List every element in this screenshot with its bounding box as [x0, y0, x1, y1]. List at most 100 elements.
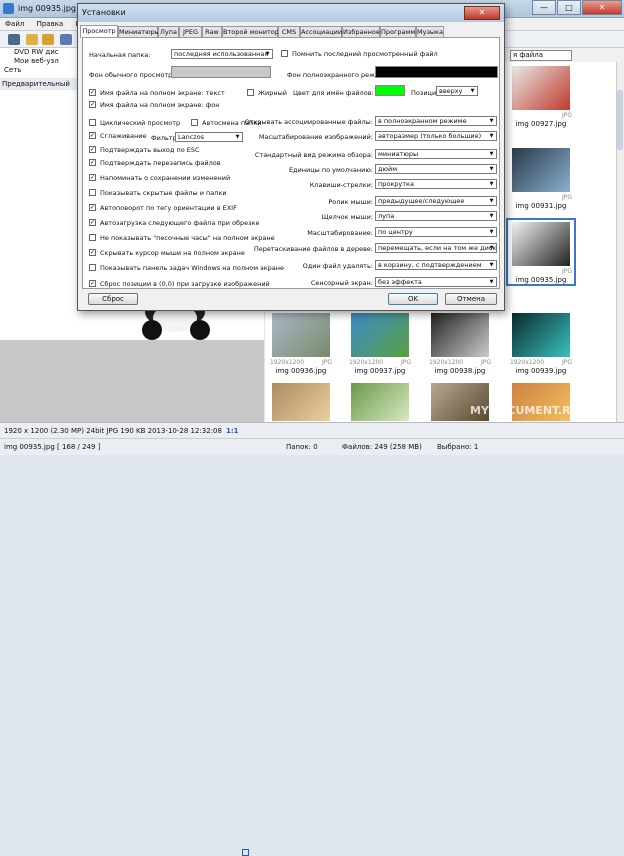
- save-icon[interactable]: [60, 34, 72, 45]
- thumbnail-image: [431, 313, 489, 357]
- setting-label: Стандартный вид режима обзора:: [254, 151, 373, 159]
- cancel-button[interactable]: Отмена: [445, 293, 497, 305]
- thumbnail-filename: img 00939.jpg: [515, 367, 567, 375]
- setting-value: по центру: [378, 228, 413, 236]
- folder-icon[interactable]: [26, 34, 38, 45]
- close-button[interactable]: ✕: [582, 0, 622, 15]
- thumbnail-meta: 1920x1200 JPG: [270, 359, 334, 366]
- folder-open-icon[interactable]: [42, 34, 54, 45]
- setting-select[interactable]: в полноэкранном режиме ▼: [375, 116, 497, 126]
- watermark: MYDOCUMENT.RU: [470, 404, 580, 417]
- thumbnail-format: JPG: [561, 359, 572, 366]
- reset-button[interactable]: Сброс: [88, 293, 138, 305]
- thumbnail-item[interactable]: JPG img 00935.jpg: [506, 218, 576, 286]
- thumbnail-image: [272, 313, 330, 357]
- setting-select[interactable]: без эффекта ▼: [375, 277, 497, 287]
- setting-select[interactable]: лупа ▼: [375, 211, 497, 221]
- setting-value: без эффекта: [378, 278, 422, 286]
- tree-item-network[interactable]: Сеть: [0, 66, 77, 75]
- chevron-down-icon: ▼: [489, 245, 494, 251]
- thumbnail-filename: img 00927.jpg: [515, 120, 567, 128]
- setting-select[interactable]: прокрутка ▼: [375, 179, 497, 189]
- zoom-level[interactable]: 1:1: [226, 427, 239, 435]
- preview-background: [0, 340, 264, 422]
- thumbnail-resolution: 1920x1200: [349, 359, 384, 366]
- thumbnail-meta: 1920x1200 JPG: [349, 359, 413, 366]
- chevron-down-icon: ▼: [489, 262, 494, 268]
- setting-label: Щелчок мыши:: [321, 213, 373, 221]
- tree-item-dvd[interactable]: DVD RW дис: [0, 48, 77, 57]
- image-info: 1920 x 1200 (2.30 MP) 24bit JPG 190 KB 2…: [4, 427, 222, 435]
- thumbnail-item[interactable]: 1920x1200 JPG img 00937.jpg: [347, 311, 413, 375]
- thumbnail-filename: img 00936.jpg: [275, 367, 327, 375]
- setting-label: Масштабирование:: [307, 229, 373, 237]
- setting-select[interactable]: авторазмер (только большие) ▼: [375, 131, 497, 141]
- setting-label: Масштабирование изображений:: [258, 133, 373, 141]
- tab-panel-view: Начальная папка: последняя использованна…: [82, 37, 500, 289]
- thumbnail-image: [351, 383, 409, 421]
- thumbnail-format: JPG: [480, 359, 491, 366]
- thumbnail-item[interactable]: 1920x1200 JPG img 00939.jpg: [508, 311, 574, 375]
- setting-value: авторазмер (только большие): [378, 132, 482, 140]
- tree-item-web[interactable]: Мои веб-узл: [0, 57, 77, 66]
- setting-label: Открывать ассоциированные файлы:: [244, 118, 373, 126]
- camera-icon[interactable]: [8, 34, 20, 45]
- thumbnail-item[interactable]: [347, 381, 413, 421]
- thumbnail-resolution: 1920x1200: [270, 359, 305, 366]
- maximize-button[interactable]: □: [557, 0, 581, 15]
- sort-select[interactable]: я файла: [510, 50, 572, 61]
- setting-select[interactable]: дюйм ▼: [375, 164, 497, 174]
- thumbnail-image: [512, 222, 570, 266]
- chevron-down-icon: ▼: [489, 198, 494, 204]
- folders-count: Папок: 0: [286, 443, 318, 451]
- setting-select[interactable]: предыдущее/следующее ▼: [375, 196, 497, 206]
- thumbnail-item[interactable]: JPG img 00931.jpg: [508, 146, 574, 210]
- setting-label: Сенсорный экран:: [310, 279, 373, 287]
- thumbnail-item[interactable]: 1920x1200 JPG img 00936.jpg: [268, 311, 334, 375]
- setting-value: дюйм: [378, 165, 398, 173]
- setting-value: лупа: [378, 212, 395, 220]
- thumbnail-format: JPG: [400, 359, 411, 366]
- setting-value: предыдущее/следующее: [378, 197, 465, 205]
- thumbnail-item[interactable]: 1920x1200 JPG img 00938.jpg: [427, 311, 493, 375]
- thumbnail-item[interactable]: JPG img 00927.jpg: [508, 64, 574, 128]
- setting-label: Один файл удалять:: [302, 262, 373, 270]
- selected-count: Выбрано: 1: [437, 443, 479, 451]
- dialog-title: Установки: [82, 8, 126, 17]
- thumbnail-resolution: 1920x1200: [510, 359, 545, 366]
- menu-file[interactable]: Файл: [0, 18, 29, 30]
- status-bar-files: img 00935.jpg [ 168 / 249 ] Папок: 0 Фай…: [0, 438, 624, 455]
- thumbnail-meta: 1920x1200 JPG: [510, 359, 574, 366]
- setting-value: перемещать, если на том же диске: [378, 244, 497, 252]
- scrollbar-thumb[interactable]: [617, 90, 623, 150]
- setting-select[interactable]: по центру ▼: [375, 227, 497, 237]
- minimize-button[interactable]: —: [532, 0, 556, 15]
- chevron-down-icon: ▼: [489, 166, 494, 172]
- fit-icon[interactable]: [242, 849, 249, 856]
- menu-edit[interactable]: Правка: [32, 18, 69, 30]
- window-controls: — □ ✕: [531, 0, 622, 16]
- ok-button[interactable]: OK: [388, 293, 438, 305]
- chevron-down-icon: ▼: [489, 133, 494, 139]
- setting-select[interactable]: миниатюры ▼: [375, 149, 497, 159]
- right-settings-list: Открывать ассоциированные файлы: в полноэ…: [83, 38, 501, 290]
- chevron-down-icon: ▼: [489, 181, 494, 187]
- dialog-close-button[interactable]: ✕: [464, 6, 500, 20]
- chevron-down-icon: ▼: [489, 118, 494, 124]
- thumbnail-image: [512, 66, 570, 110]
- thumbnail-meta: 1920x1200 JPG: [429, 359, 493, 366]
- setting-label: Клавиши-стрелки:: [309, 181, 373, 189]
- thumbnail-format: JPG: [561, 268, 572, 275]
- files-count: Файлов: 249 (258 MB): [342, 443, 422, 451]
- thumbnail-image: [272, 383, 330, 421]
- settings-dialog: Установки ✕ Просмотр Миниатюры Лупа JPEG…: [77, 3, 505, 311]
- setting-value: в корзину, с подтверждением: [378, 261, 482, 269]
- chevron-down-icon: ▼: [489, 213, 494, 219]
- thumbnail-item[interactable]: [268, 381, 334, 421]
- thumbnail-filename: img 00937.jpg: [354, 367, 406, 375]
- status-bar-image: 1920 x 1200 (2.30 MP) 24bit JPG 190 KB 2…: [0, 422, 624, 856]
- chevron-down-icon: ▼: [489, 151, 494, 157]
- setting-label: Перетаскивание файлов в дереве:: [253, 245, 373, 253]
- setting-select[interactable]: в корзину, с подтверждением ▼: [375, 260, 497, 270]
- setting-select[interactable]: перемещать, если на том же диске ▼: [375, 243, 497, 253]
